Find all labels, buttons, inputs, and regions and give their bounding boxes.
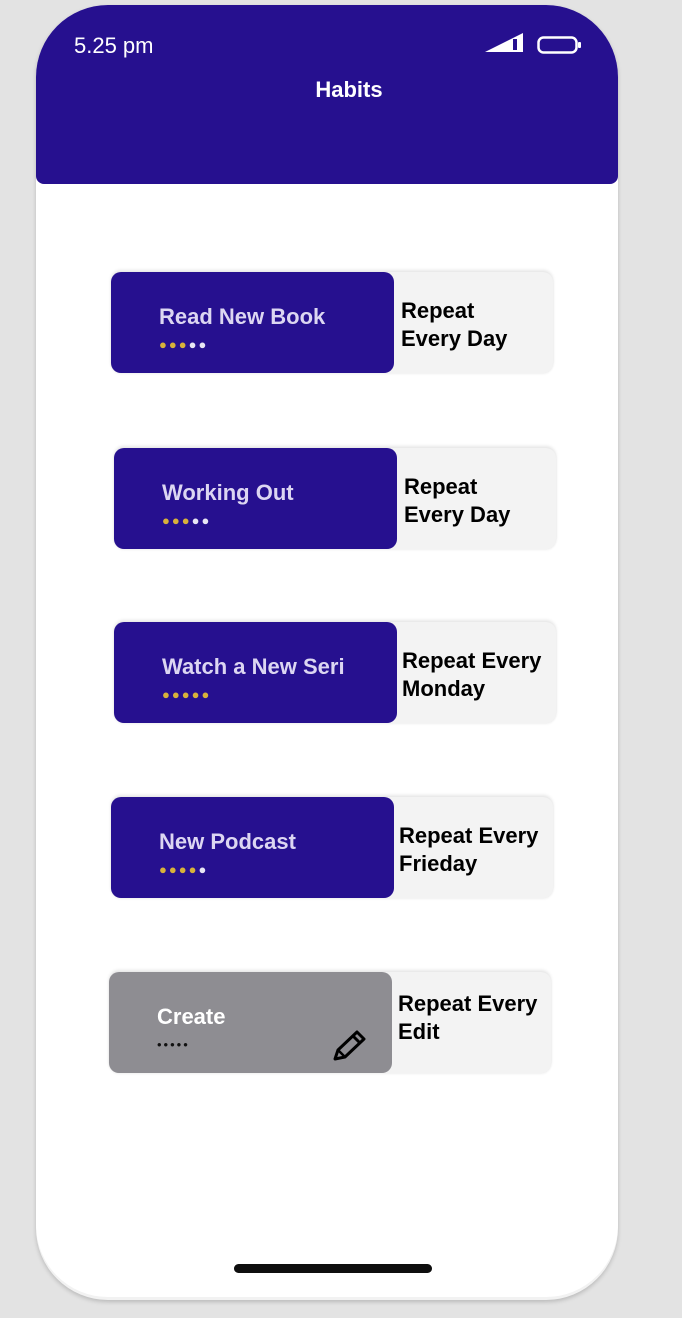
habit-progress-dots: ●●●●● bbox=[162, 513, 212, 528]
pencil-icon[interactable] bbox=[329, 1028, 369, 1069]
battery-icon bbox=[537, 36, 583, 59]
habit-progress-dots: ●●●●● bbox=[159, 337, 209, 352]
habit-progress-dots: ●●●●● bbox=[162, 687, 212, 702]
create-title: Create bbox=[157, 1004, 226, 1029]
create-habit-button[interactable]: Create ••••• bbox=[109, 972, 392, 1073]
habit-title: Watch a New Seri bbox=[162, 654, 345, 679]
habit-card-main[interactable]: Watch a New Seri ●●●●● bbox=[114, 622, 397, 723]
create-repeat-label[interactable]: Repeat Every Edit bbox=[398, 990, 550, 1046]
habit-repeat-label[interactable]: Repeat Every Monday bbox=[402, 647, 554, 703]
habit-repeat-label[interactable]: Repeat Every Day bbox=[404, 473, 556, 529]
phone-screen: 5.25 pm Habits Read New Book ●●●●● Repea… bbox=[36, 5, 618, 1300]
habit-card[interactable]: Working Out ●●●●● Repeat Every Day bbox=[114, 448, 556, 549]
habit-repeat-label[interactable]: Repeat Every Frieday bbox=[399, 822, 551, 878]
status-time: 5.25 pm bbox=[74, 33, 154, 58]
habit-repeat-label[interactable]: Repeat Every Day bbox=[401, 297, 553, 353]
habit-title: Working Out bbox=[162, 480, 294, 505]
habit-card[interactable]: New Podcast ●●●●● Repeat Every Frieday bbox=[111, 797, 553, 898]
habit-title: New Podcast bbox=[159, 829, 296, 854]
create-dots: ••••• bbox=[157, 1037, 190, 1052]
habit-progress-dots: ●●●●● bbox=[159, 862, 209, 877]
create-habit-card[interactable]: Create ••••• Repeat Every Edit bbox=[109, 972, 551, 1073]
habit-card-main[interactable]: Working Out ●●●●● bbox=[114, 448, 397, 549]
home-indicator bbox=[234, 1264, 432, 1273]
habit-card-main[interactable]: Read New Book ●●●●● bbox=[111, 272, 394, 373]
page-title: Habits bbox=[315, 77, 383, 102]
signal-icon bbox=[483, 31, 527, 58]
habit-card[interactable]: Watch a New Seri ●●●●● Repeat Every Mond… bbox=[114, 622, 556, 723]
app-header: 5.25 pm Habits bbox=[36, 5, 618, 184]
habit-title: Read New Book bbox=[159, 304, 326, 329]
habit-card-main[interactable]: New Podcast ●●●●● bbox=[111, 797, 394, 898]
habit-card[interactable]: Read New Book ●●●●● Repeat Every Day bbox=[111, 272, 553, 373]
